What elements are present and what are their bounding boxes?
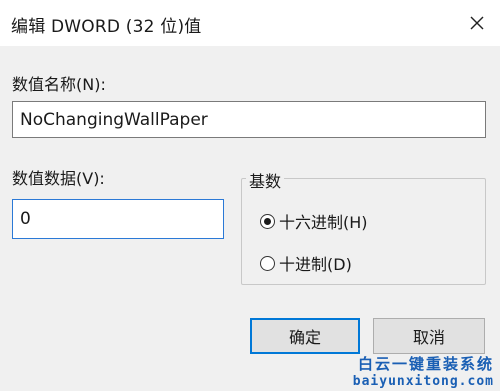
radio-unselected-icon [260, 255, 275, 271]
site-watermark: 白云一键重装系统 baiyunxitong.com [353, 353, 494, 389]
dialog-body: 数值名称(N): NoChangingWallPaper 数值数据(V): 0 … [0, 46, 500, 391]
base-group: 基数 十六进制(H) 十进制(D) [241, 168, 486, 285]
value-name-field[interactable]: NoChangingWallPaper [12, 101, 486, 138]
window-title: 编辑 DWORD (32 位)值 [11, 17, 202, 37]
value-name-text: NoChangingWallPaper [20, 109, 208, 130]
radio-hexadecimal[interactable]: 十六进制(H) [260, 209, 368, 233]
radio-decimal-label: 十进制(D) [279, 255, 352, 274]
radio-decimal[interactable]: 十进制(D) [260, 251, 352, 275]
value-data-text: 0 [20, 209, 31, 229]
watermark-url: baiyunxitong.com [352, 374, 494, 389]
title-bar: 编辑 DWORD (32 位)值 [0, 0, 500, 46]
value-name-label: 数值名称(N): [12, 75, 106, 94]
ok-button[interactable]: 确定 [250, 318, 360, 354]
cancel-button[interactable]: 取消 [373, 318, 485, 354]
base-group-title: 基数 [246, 168, 285, 192]
value-data-field[interactable]: 0 [12, 199, 224, 239]
radio-hexadecimal-label: 十六进制(H) [279, 213, 368, 232]
watermark-title: 白云一键重装系统 [357, 355, 494, 373]
close-icon[interactable] [460, 6, 494, 40]
radio-selected-icon [260, 213, 275, 229]
value-data-label: 数值数据(V): [12, 169, 105, 188]
